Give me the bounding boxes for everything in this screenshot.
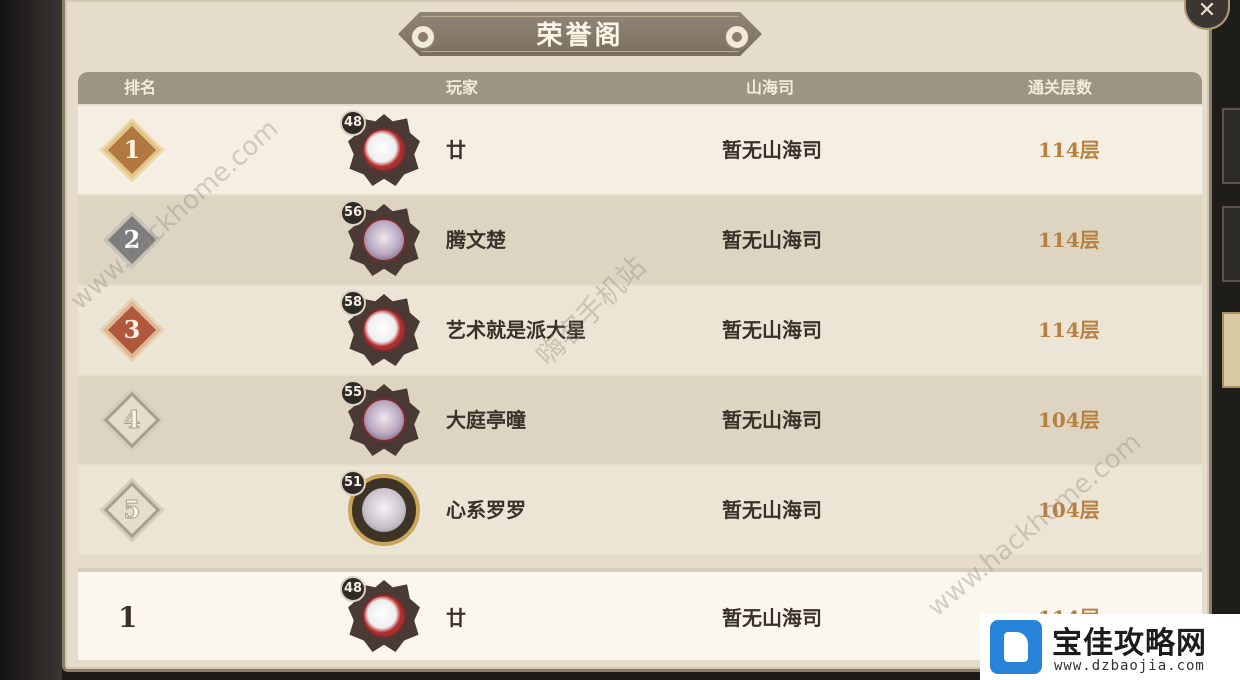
rank-number: 2	[123, 225, 141, 254]
player-guild: 暂无山海司	[722, 408, 822, 432]
rank-badge-plain: 4	[103, 391, 161, 449]
player-floors: 114层	[1038, 318, 1100, 342]
rank-badge-gold: 1	[103, 121, 161, 179]
player-avatar[interactable]: 58	[340, 290, 420, 366]
rank-number: 3	[123, 315, 141, 344]
side-tab-1[interactable]	[1222, 108, 1240, 184]
player-floors: 114层	[1038, 138, 1100, 162]
title-banner: 荣誉阁	[378, 8, 782, 60]
table-header: 排名 玩家 山海司 通关层数	[78, 72, 1202, 104]
rank-badge-bronze: 3	[103, 301, 161, 359]
player-name: 廿	[446, 138, 466, 162]
table-row[interactable]: 4 55 大庭亭曈 暂无山海司 104层	[78, 376, 1202, 464]
player-level: 51	[340, 470, 366, 496]
player-level: 55	[340, 380, 366, 406]
player-name: 腾文楚	[446, 228, 506, 252]
player-level: 48	[340, 110, 366, 136]
table-row[interactable]: 5 51 心系罗罗 暂无山海司 104层	[78, 466, 1202, 554]
site-logo: 宝佳攻略网 www.dzbaojia.com	[980, 614, 1240, 680]
player-guild: 暂无山海司	[722, 138, 822, 162]
player-name: 心系罗罗	[446, 498, 526, 522]
table-row[interactable]: 2 56 腾文楚 暂无山海司 114层	[78, 196, 1202, 284]
column-header-floors: 通关层数	[1028, 78, 1093, 97]
thumbs-up-icon	[990, 620, 1042, 674]
my-rank-number: 1	[118, 601, 138, 634]
player-name: 大庭亭曈	[446, 408, 526, 432]
column-header-guild: 山海司	[746, 78, 795, 97]
game-background-left	[0, 0, 62, 680]
player-level: 56	[340, 200, 366, 226]
player-guild: 暂无山海司	[722, 318, 822, 342]
rank-number: 4	[123, 405, 141, 435]
table-row[interactable]: 3 58 艺术就是派大星 暂无山海司 114层	[78, 286, 1202, 374]
side-tab-active[interactable]	[1222, 312, 1240, 388]
rank-badge-plain: 5	[103, 481, 161, 539]
rank-badge-silver: 2	[103, 211, 161, 269]
player-floors: 104层	[1038, 498, 1100, 522]
player-guild: 暂无山海司	[722, 498, 822, 522]
player-level: 58	[340, 290, 366, 316]
column-header-player: 玩家	[446, 78, 479, 97]
player-avatar[interactable]: 48	[340, 110, 420, 186]
page-title: 荣誉阁	[536, 21, 624, 51]
rank-number: 1	[123, 135, 141, 164]
player-avatar[interactable]: 56	[340, 200, 420, 276]
player-guild: 暂无山海司	[722, 228, 822, 252]
table-row[interactable]: 1 48 廿 暂无山海司 114层	[78, 106, 1202, 194]
player-level: 48	[340, 576, 366, 602]
player-name: 艺术就是派大星	[446, 318, 586, 342]
site-brand: 宝佳攻略网	[1052, 626, 1207, 661]
player-floors: 104层	[1038, 408, 1100, 432]
column-header-rank: 排名	[124, 78, 157, 97]
player-floors: 114层	[1038, 228, 1100, 252]
rank-number: 5	[123, 495, 141, 525]
player-avatar[interactable]: 48	[340, 576, 420, 652]
site-url: www.dzbaojia.com	[1054, 658, 1205, 674]
close-icon: ✕	[1197, 0, 1217, 23]
player-guild: 暂无山海司	[722, 606, 822, 630]
player-avatar[interactable]: 51	[340, 470, 420, 546]
side-tab-2[interactable]	[1222, 206, 1240, 282]
player-name: 廿	[446, 606, 466, 630]
player-avatar[interactable]: 55	[340, 380, 420, 456]
